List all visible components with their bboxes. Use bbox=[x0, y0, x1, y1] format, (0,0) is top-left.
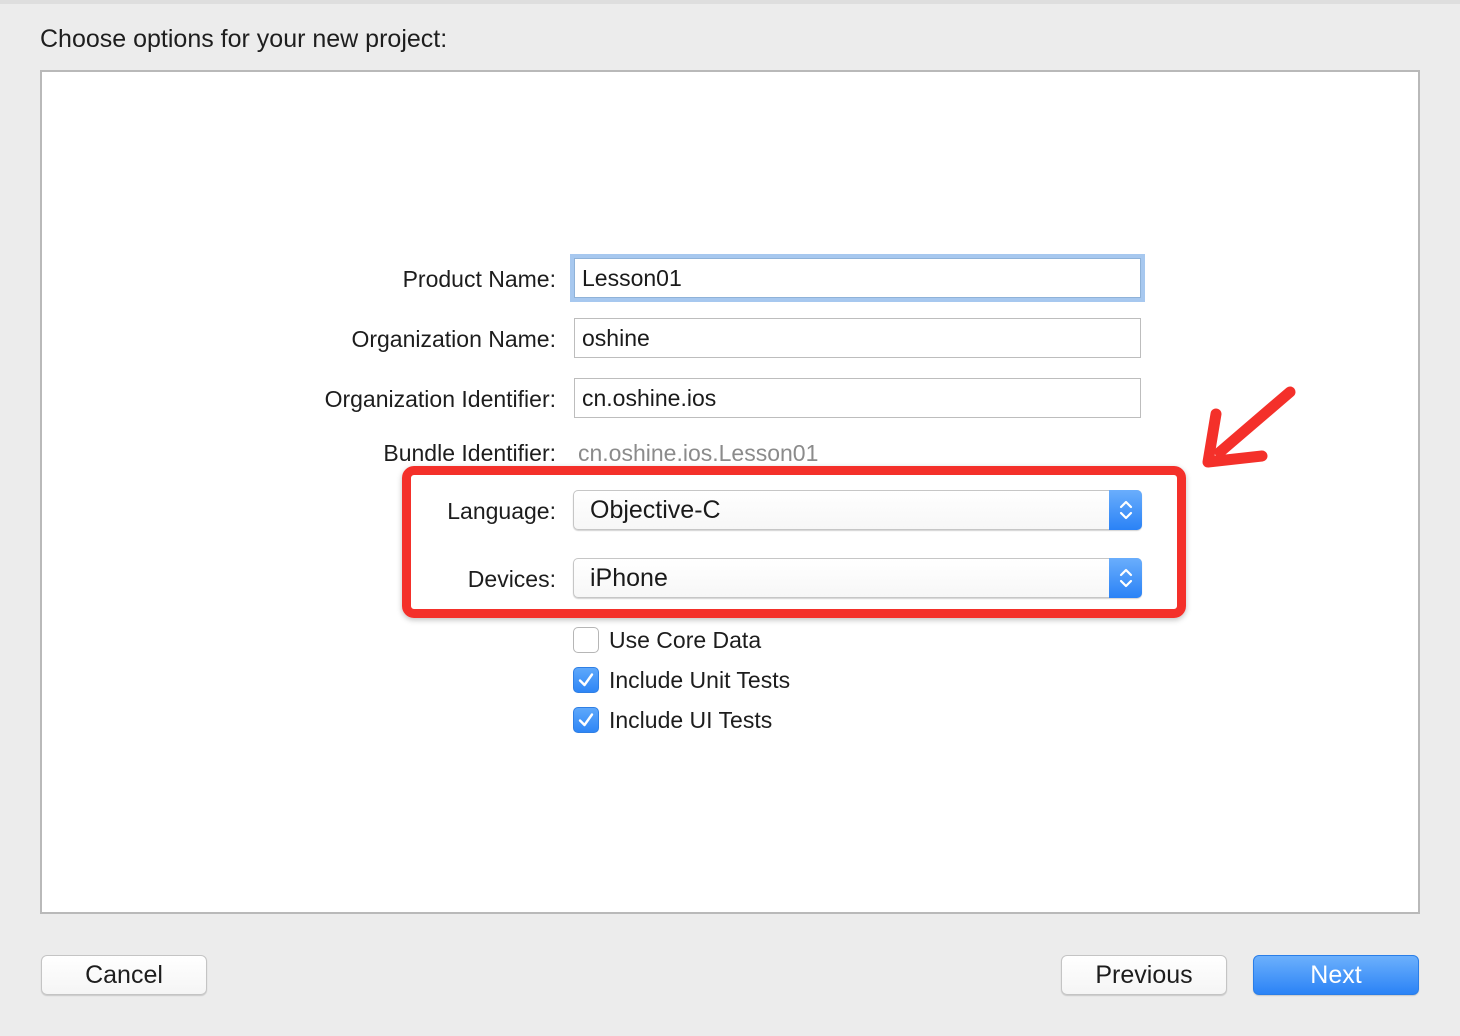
dialog-title: Choose options for your new project: bbox=[40, 25, 448, 53]
window-top-edge bbox=[0, 0, 1460, 4]
next-button[interactable]: Next bbox=[1253, 955, 1419, 995]
include-ui-tests-label: Include UI Tests bbox=[609, 707, 773, 733]
bundle-identifier-label: Bundle Identifier: bbox=[383, 440, 556, 466]
cancel-button[interactable]: Cancel bbox=[41, 955, 207, 995]
product-name-field[interactable]: Lesson01 bbox=[574, 258, 1141, 298]
product-name-label: Product Name: bbox=[402, 266, 556, 292]
checkmark-icon bbox=[578, 713, 594, 727]
use-core-data-label: Use Core Data bbox=[609, 627, 762, 653]
checkmark-icon bbox=[578, 673, 594, 687]
include-unit-tests-checkbox[interactable] bbox=[573, 667, 599, 693]
previous-button[interactable]: Previous bbox=[1061, 955, 1227, 995]
organization-name-field[interactable]: oshine bbox=[574, 318, 1141, 358]
organization-identifier-field[interactable]: cn.oshine.ios bbox=[574, 378, 1141, 418]
organization-name-label: Organization Name: bbox=[351, 326, 556, 352]
organization-identifier-label: Organization Identifier: bbox=[324, 386, 556, 412]
use-core-data-checkbox[interactable] bbox=[573, 627, 599, 653]
bundle-identifier-value: cn.oshine.ios.Lesson01 bbox=[578, 440, 819, 466]
annotation-highlight-box bbox=[402, 466, 1186, 618]
include-ui-tests-checkbox[interactable] bbox=[573, 707, 599, 733]
red-arrow-icon bbox=[1202, 386, 1296, 468]
include-unit-tests-label: Include Unit Tests bbox=[609, 667, 791, 693]
